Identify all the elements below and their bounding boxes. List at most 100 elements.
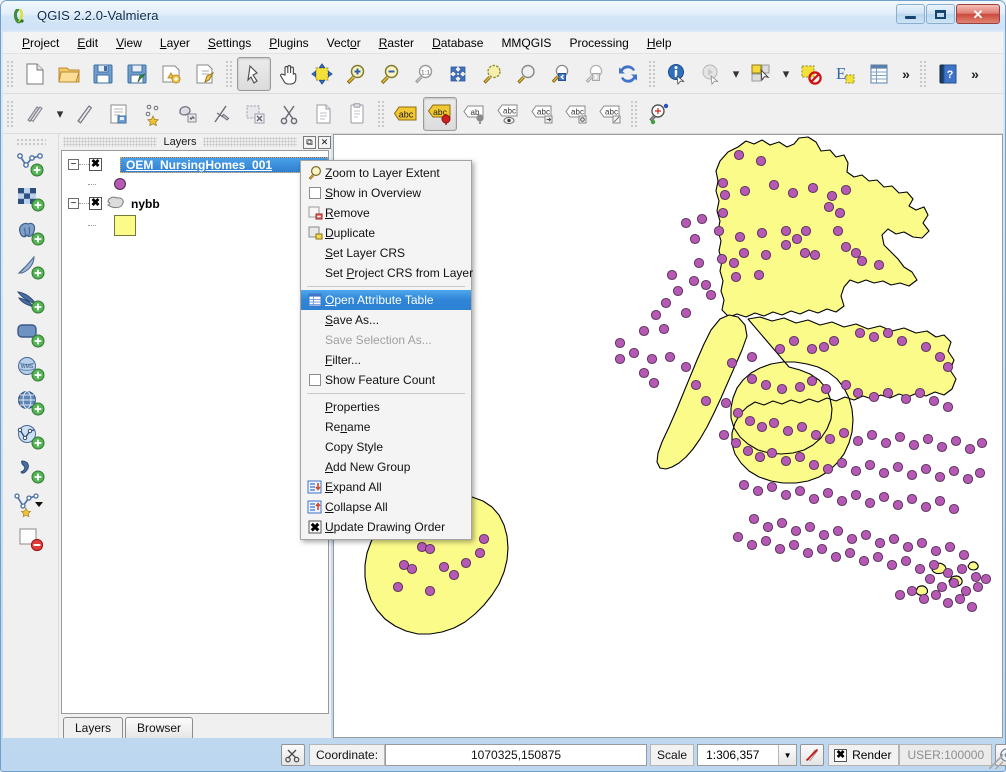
rotate-label-icon[interactable]: abc (559, 97, 593, 131)
new-project-icon[interactable] (18, 57, 52, 91)
zoom-next-icon[interactable] (577, 57, 611, 91)
add-feature-icon[interactable] (136, 97, 170, 131)
toolbar-grip[interactable] (648, 59, 657, 88)
new-print-composer-icon[interactable] (154, 57, 188, 91)
toolbar-overflow-button-help[interactable]: » (965, 57, 985, 91)
composer-manager-icon[interactable] (188, 57, 222, 91)
open-attribute-table-icon[interactable] (862, 57, 896, 91)
coordinate-input[interactable]: 1070325,150875 (385, 744, 648, 766)
open-project-icon[interactable] (52, 57, 86, 91)
maximize-button[interactable] (926, 4, 955, 24)
add-oracle-layer-icon[interactable] (9, 318, 53, 352)
zoom-out-icon[interactable] (373, 57, 407, 91)
menu-database[interactable]: Database (423, 33, 492, 53)
paste-features-icon[interactable] (340, 97, 374, 131)
layer-tree[interactable]: − ✖ OEM_NursingHomes_001 − ✖ nybb (61, 150, 329, 714)
touch-zoom-pan-icon[interactable] (237, 56, 271, 91)
ctx-zoom-to-layer-extent[interactable]: Zoom to Layer Extent (301, 163, 471, 183)
toggle-extents-icon[interactable] (281, 744, 305, 766)
chevron-down-icon[interactable]: ▾ (728, 57, 744, 91)
zoom-in-icon[interactable] (339, 57, 373, 91)
layer-visibility-checkbox[interactable]: ✖ (89, 158, 102, 171)
ctx-duplicate[interactable]: Duplicate (301, 223, 471, 243)
toolbar-grip[interactable] (15, 138, 46, 146)
pan-map-icon[interactable] (271, 57, 305, 91)
add-wcs-layer-icon[interactable] (9, 386, 53, 420)
select-features-icon[interactable] (744, 57, 778, 91)
menu-vector[interactable]: Vector (318, 33, 370, 53)
highlight-pinned-labels-icon[interactable]: abc (423, 96, 457, 131)
zoom-to-selection-icon[interactable] (475, 57, 509, 91)
minimize-button[interactable] (896, 4, 925, 24)
toolbar-grip[interactable] (630, 99, 639, 128)
ctx-open-attribute-table[interactable]: Open Attribute Table (301, 290, 471, 310)
refresh-icon[interactable] (611, 57, 645, 91)
close-button[interactable]: ✕ (956, 4, 1000, 24)
save-project-as-icon[interactable] (120, 57, 154, 91)
zoom-last-icon[interactable] (543, 57, 577, 91)
toggle-editing-icon[interactable] (68, 97, 102, 131)
toolbar-overflow-button[interactable]: » (896, 57, 916, 91)
ctx-save-as[interactable]: Save As... (301, 310, 471, 330)
save-project-icon[interactable] (86, 57, 120, 91)
delete-selected-icon[interactable] (238, 97, 272, 131)
toolbar-grip[interactable] (919, 59, 928, 88)
ctx-update-drawing-order[interactable]: ✖ Update Drawing Order (301, 517, 471, 537)
menu-edit[interactable]: Edit (68, 33, 107, 53)
ctx-add-new-group[interactable]: Add New Group (301, 457, 471, 477)
ctx-show-feature-count[interactable]: Show Feature Count (301, 370, 471, 390)
run-feature-action-icon[interactable] (694, 57, 728, 91)
copy-features-icon[interactable] (306, 97, 340, 131)
ctx-show-in-overview[interactable]: Show in Overview (301, 183, 471, 203)
move-feature-icon[interactable] (170, 97, 204, 131)
remove-layer-icon[interactable] (9, 522, 53, 556)
add-mssql-layer-icon[interactable] (9, 284, 53, 318)
menu-raster[interactable]: Raster (370, 33, 423, 53)
checkbox-icon[interactable] (305, 184, 325, 202)
menu-layer[interactable]: Layer (151, 33, 199, 53)
change-label-icon[interactable]: abc (593, 97, 627, 131)
resize-grip[interactable] (989, 755, 1003, 769)
layer-tree-item-nybb[interactable]: − ✖ nybb (62, 194, 328, 213)
ctx-properties[interactable]: Properties (301, 397, 471, 417)
menu-settings[interactable]: Settings (199, 33, 260, 53)
new-shapefile-layer-icon[interactable] (9, 488, 53, 522)
pin-labels-icon[interactable]: ab (457, 97, 491, 131)
ctx-collapse-all[interactable]: Collapse All (301, 497, 471, 517)
pan-to-selection-icon[interactable] (305, 57, 339, 91)
add-raster-layer-icon[interactable] (9, 182, 53, 216)
layer-tree-item-nursinghomes[interactable]: − ✖ OEM_NursingHomes_001 (62, 155, 328, 174)
menu-help[interactable]: Help (638, 33, 681, 53)
identify-features-icon[interactable] (660, 57, 694, 91)
menu-plugins[interactable]: Plugins (260, 33, 317, 53)
field-calculator-icon[interactable]: Ε (828, 57, 862, 91)
help-contents-icon[interactable]: ? (931, 57, 965, 91)
current-edits-icon[interactable] (18, 97, 52, 131)
ctx-rename[interactable]: Rename (301, 417, 471, 437)
layer-labeling-icon[interactable]: abc (389, 97, 423, 131)
ctx-set-project-crs[interactable]: Set Project CRS from Layer (301, 263, 473, 283)
menu-processing[interactable]: Processing (560, 33, 637, 53)
scale-combobox[interactable]: 1:306,357 ▼ (697, 744, 798, 766)
show-hide-labels-icon[interactable]: abc (491, 97, 525, 131)
toolbar-grip[interactable] (225, 59, 234, 88)
tab-browser[interactable]: Browser (125, 717, 194, 738)
layer-context-menu[interactable]: Zoom to Layer Extent Show in Overview Re… (300, 160, 473, 540)
chevron-down-icon[interactable]: ▾ (52, 97, 68, 131)
chevron-down-icon[interactable]: ▾ (778, 57, 794, 91)
plugin-magnifier-icon[interactable] (642, 97, 676, 131)
node-tool-icon[interactable] (204, 97, 238, 131)
ctx-expand-all[interactable]: Expand All (301, 477, 471, 497)
move-label-icon[interactable]: abc (525, 97, 559, 131)
layer-name-label[interactable]: OEM_NursingHomes_001 (120, 156, 328, 173)
ctx-set-layer-crs[interactable]: Set Layer CRS (301, 243, 471, 263)
render-checkbox[interactable]: ✖ (834, 748, 848, 762)
crs-label[interactable]: USER:100000 (899, 744, 993, 766)
panel-close-icon[interactable]: ✕ (318, 135, 331, 149)
add-postgis-layer-icon[interactable] (9, 216, 53, 250)
layer-name-label[interactable]: nybb (126, 197, 160, 211)
ctx-remove[interactable]: Remove (301, 203, 471, 223)
add-vector-layer-icon[interactable] (9, 148, 53, 182)
add-wms-layer-icon[interactable]: WMS (9, 352, 53, 386)
layer-visibility-checkbox[interactable]: ✖ (89, 197, 102, 210)
